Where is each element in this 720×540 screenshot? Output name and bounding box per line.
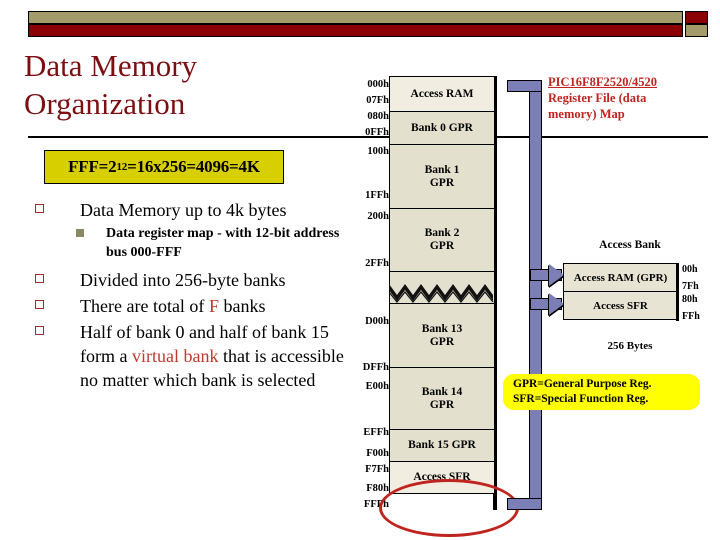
memory-cell-bank1-gpr: Bank 1 GPR — [389, 144, 495, 209]
slide-title-line-1: Data Memory — [24, 48, 198, 83]
bullet-item-1: Data Memory up to 4k bytes — [30, 198, 360, 222]
memory-cell-bank14-label: Bank 14 GPR — [421, 385, 463, 411]
address-label-2FFh: 2FFh — [365, 258, 389, 269]
bullet-item-3-highlight: F — [208, 296, 219, 316]
bullet-list: Data Memory up to 4k bytes Data register… — [30, 198, 360, 394]
memory-cell-bank13-gpr: Bank 13 GPR — [389, 303, 495, 368]
bullet-item-4: Half of bank 0 and half of bank 15 form … — [30, 320, 360, 392]
address-label-D00h: D00h — [365, 316, 389, 327]
address-label-DFFh: DFFh — [362, 362, 389, 373]
access-bank-addr-FFh: FFh — [682, 311, 700, 322]
memory-map-title-line-2: Register File (data — [548, 91, 647, 105]
bullet-item-3: There are total of F banks — [30, 294, 360, 318]
bullet-item-1-sub-1-text: Data register map - with 12-bit address … — [106, 226, 340, 260]
hollow-square-bullet-icon — [35, 204, 44, 213]
banner-bar-olive — [28, 11, 683, 24]
bullet-item-3-text-a: There are total of — [80, 296, 209, 316]
banner-row-bottom — [28, 24, 708, 37]
access-bank-right-spine — [676, 263, 679, 321]
address-label-080h: 080h — [367, 111, 389, 122]
access-bank-addr-80h: 80h — [682, 294, 698, 305]
address-label-100h: 100h — [367, 146, 389, 157]
filled-square-bullet-icon — [76, 229, 84, 237]
access-bank-addr-00h: 00h — [682, 264, 698, 275]
banner-row-top — [28, 11, 708, 24]
memory-map-title: PIC16F8F2520/4520 Register File (data me… — [548, 74, 718, 122]
arrow-head-to-access-sfr — [549, 293, 564, 315]
banner-bar-maroon — [28, 24, 683, 37]
bullet-item-4-highlight: virtual bank — [131, 346, 219, 366]
access-sfr-highlight-ellipse — [379, 479, 519, 537]
bracket-vertical-bar — [529, 80, 542, 510]
hollow-square-bullet-icon — [35, 300, 44, 309]
legend-line-sfr: SFR=Special Function Reg. — [513, 393, 649, 405]
access-bank-size-label: 256 Bytes — [607, 340, 653, 352]
hollow-square-bullet-icon — [35, 326, 44, 335]
top-decorative-banner — [28, 11, 708, 37]
address-label-F00h: F00h — [366, 448, 389, 459]
hollow-square-bullet-icon — [35, 274, 44, 283]
access-bank-box: Access RAM (GPR) Access SFR — [563, 263, 678, 321]
address-label-E00h: E00h — [365, 381, 389, 392]
banner-cap-olive — [685, 24, 708, 37]
address-label-200h: 200h — [367, 211, 389, 222]
bullet-item-2-text: Divided into 256-byte banks — [80, 270, 286, 290]
bullet-item-3-text-b: banks — [218, 296, 266, 316]
address-label-07Fh: 07Fh — [366, 95, 389, 106]
memory-cell-bank2-label: Bank 2 GPR — [424, 227, 460, 252]
memory-cell-bank0-gpr: Bank 0 GPR — [389, 111, 495, 145]
access-bank-row-sfr: Access SFR — [563, 291, 678, 320]
memory-cell-bank15-gpr: Bank 15 GPR — [389, 429, 495, 462]
arrow-head-to-access-ram — [549, 264, 564, 286]
bullet-item-2: Divided into 256-byte banks — [30, 268, 360, 292]
legend-line-gpr: GPR=General Purpose Reg. — [513, 378, 652, 390]
bullet-item-1-sub-1: Data register map - with 12-bit address … — [30, 224, 360, 262]
address-label-000h: 000h — [367, 79, 389, 90]
memory-cell-bank2-gpr: Bank 2 GPR — [389, 208, 495, 272]
memory-cell-bank14-gpr: Bank 14 GPR — [389, 367, 495, 430]
formula-callout-box: FFF=2 12 =16x256=4096=4K — [44, 150, 284, 184]
memory-map-title-line-1: PIC16F8F2520/4520 — [548, 75, 658, 89]
bracket-top-arm — [507, 80, 542, 92]
memory-cell-bank1-label: Bank 1 GPR — [424, 163, 460, 189]
address-label-1FFh: 1FFh — [365, 190, 389, 201]
formula-suffix: =16x256=4096=4K — [127, 157, 260, 176]
access-bank-row-ram: Access RAM (GPR) — [563, 263, 678, 292]
memory-cell-access-ram: Access RAM — [389, 76, 495, 112]
legend-callout: GPR=General Purpose Reg. SFR=Special Fun… — [503, 374, 700, 410]
slide-title: Data Memory Organization — [24, 47, 354, 123]
address-label-F7Fh: F7Fh — [365, 464, 389, 475]
memory-map-break-zigzag-icon — [389, 281, 495, 303]
access-bank-title: Access Bank — [599, 239, 661, 251]
address-label-0FFh: 0FFh — [365, 127, 389, 138]
address-label-EFFh: EFFh — [363, 427, 389, 438]
bullet-item-1-text: Data Memory up to 4k bytes — [80, 200, 287, 220]
address-label-F80h: F80h — [366, 483, 389, 494]
slide-title-line-2: Organization — [24, 86, 186, 121]
memory-cell-bank13-label: Bank 13 GPR — [421, 322, 463, 348]
memory-map-title-line-3: memory) Map — [548, 107, 625, 121]
banner-cap-maroon — [685, 11, 708, 24]
access-bank-addr-7Fh: 7Fh — [682, 281, 699, 292]
formula-exponent: 12 — [116, 161, 128, 173]
formula-prefix: FFF=2 — [68, 157, 117, 176]
bracket-bottom-arm — [507, 498, 542, 510]
